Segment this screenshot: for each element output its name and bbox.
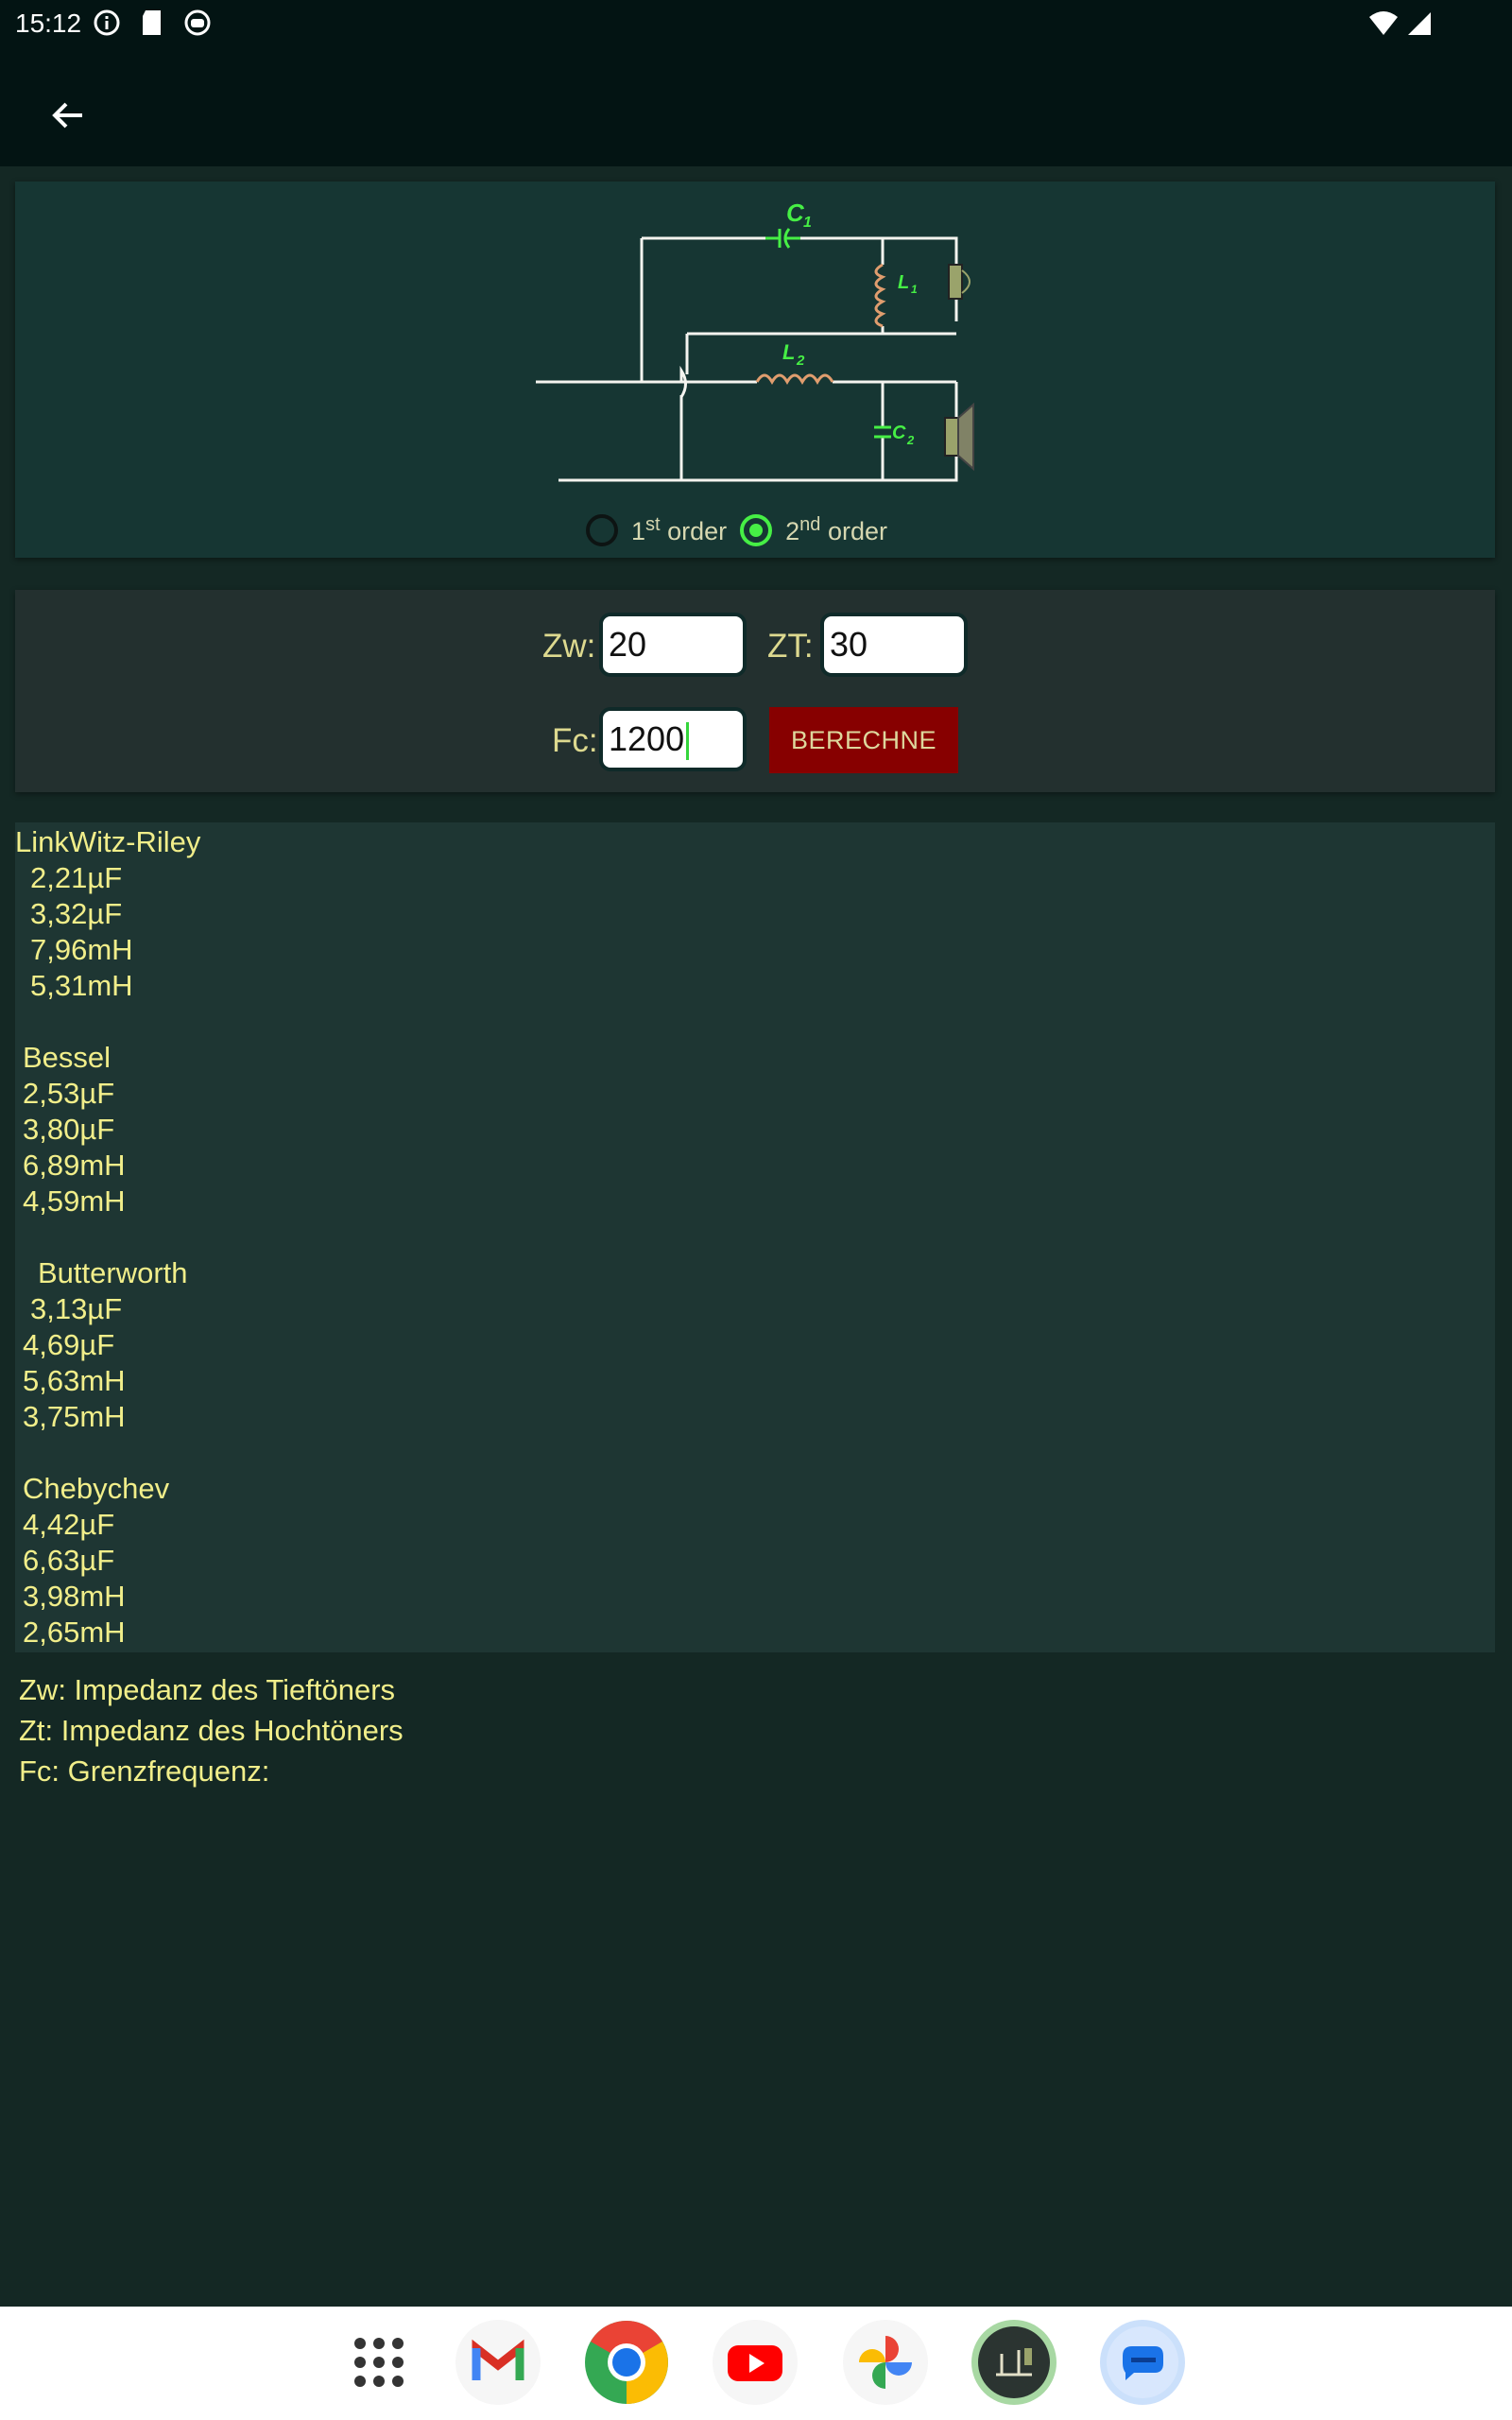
result-value: 3,13µF (30, 1292, 123, 1325)
filter-order-selector: 1st order 2nd order (586, 507, 901, 554)
legend-fc: Fc: Grenzfrequenz: (19, 1754, 270, 1788)
result-value: 2,21µF (30, 861, 123, 894)
youtube-icon[interactable] (713, 2320, 798, 2405)
second-order-label: 2nd order (785, 514, 887, 545)
sd-card-icon (143, 10, 161, 35)
taskbar-dock (0, 2307, 1512, 2420)
messages-icon[interactable] (1100, 2320, 1185, 2405)
fc-label: Fc: (552, 722, 598, 759)
robot-icon (184, 9, 211, 36)
result-value: 3,75mH (23, 1400, 126, 1433)
label-l1: L (898, 272, 909, 293)
app-bar (0, 47, 1512, 166)
gmail-icon[interactable] (455, 2320, 541, 2405)
zt-label: ZT: (767, 628, 814, 665)
crossover-circuit-diagram: C 1 L 1 L 2 C 2 (536, 199, 974, 482)
signal-icon (1408, 12, 1431, 35)
result-value: 3,98mH (23, 1580, 126, 1613)
result-value: 4,69µF (23, 1328, 115, 1361)
label-l1-sub: 1 (911, 283, 918, 296)
result-value: 6,89mH (23, 1149, 126, 1182)
result-value: 5,31mH (30, 969, 133, 1002)
chrome-icon[interactable] (584, 2320, 669, 2405)
label-l2-sub: 2 (796, 353, 805, 369)
result-value: 5,63mH (23, 1364, 126, 1397)
fc-input[interactable]: 1200 (599, 707, 747, 771)
legend-zw: Zw: Impedanz des Tieftöners (19, 1673, 396, 1706)
results-panel: LinkWitz-Riley 2,21µF 3,32µF 7,96mH 5,31… (15, 822, 1495, 1652)
back-button[interactable] (38, 85, 98, 146)
apps-grid-icon[interactable] (336, 2320, 421, 2405)
info-icon (94, 9, 120, 36)
result-value: 4,59mH (23, 1184, 126, 1218)
label-c1-sub: 1 (803, 215, 812, 231)
status-notification-icons (93, 9, 212, 37)
field-legend: Zw: Impedanz des Tieftöners Zt: Impedanz… (19, 1669, 404, 1791)
result-value: 6,63µF (23, 1544, 115, 1577)
result-name-butterworth: Butterworth (38, 1256, 188, 1289)
crossover-app-icon[interactable] (971, 2320, 1057, 2405)
status-time: 15:12 (15, 9, 82, 38)
wifi-icon (1369, 11, 1398, 35)
first-order-label: 1st order (631, 514, 728, 545)
label-l2: L (782, 340, 795, 364)
result-value: 3,32µF (30, 897, 123, 930)
status-system-icons (1368, 9, 1433, 38)
status-bar: 15:12 (0, 0, 1512, 47)
label-c2: C (892, 423, 906, 443)
input-card (15, 590, 1495, 792)
photos-icon[interactable] (843, 2320, 928, 2405)
radio-first-order[interactable] (586, 514, 618, 546)
result-value: 7,96mH (30, 933, 133, 966)
result-value: 2,53µF (23, 1077, 115, 1110)
zw-input[interactable]: 20 (599, 613, 747, 677)
calculate-button[interactable]: BERECHNE (769, 707, 958, 773)
zw-label: Zw: (542, 628, 596, 665)
label-c1: C (786, 199, 805, 227)
result-name-linkwitz-riley: LinkWitz-Riley (15, 825, 201, 858)
zt-input[interactable]: 30 (820, 613, 968, 677)
result-name-chebychev: Chebychev (23, 1472, 170, 1505)
legend-zt: Zt: Impedanz des Hochtöners (19, 1714, 404, 1747)
radio-second-order[interactable] (740, 514, 773, 546)
result-value: 4,42µF (23, 1508, 115, 1541)
arrow-back-icon (52, 102, 82, 129)
result-name-bessel: Bessel (23, 1041, 112, 1074)
result-value: 3,80µF (23, 1113, 115, 1146)
label-c2-sub: 2 (906, 433, 915, 447)
result-value: 2,65mH (23, 1616, 126, 1649)
